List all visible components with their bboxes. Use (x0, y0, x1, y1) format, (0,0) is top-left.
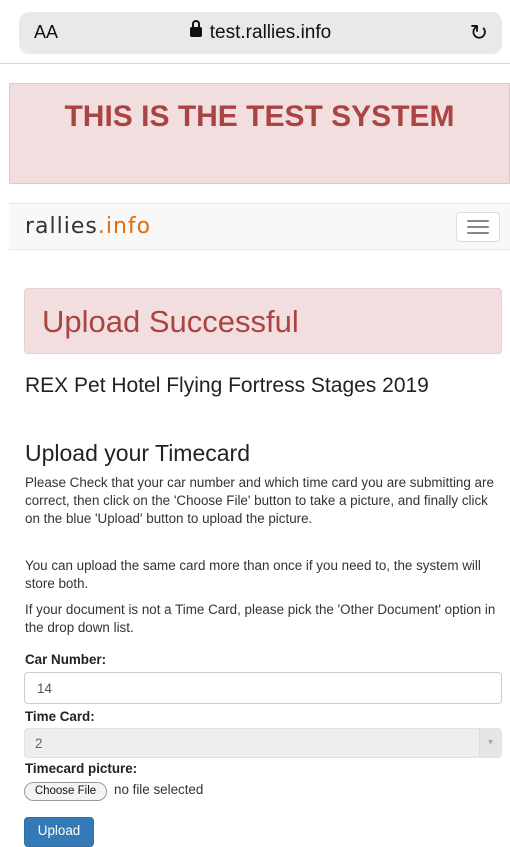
time-card-select[interactable]: 2 ▾ (24, 728, 502, 758)
brand-logo[interactable]: rallies.info (25, 214, 151, 239)
url-display[interactable]: test.rallies.info (19, 20, 502, 44)
alert-text: Upload Successful (42, 304, 299, 339)
time-card-value: 2 (35, 736, 43, 751)
form-heading: Upload your Timecard (25, 440, 250, 466)
address-bar[interactable]: AA test.rallies.info ↻ (19, 12, 502, 54)
url-text: test.rallies.info (209, 22, 332, 43)
upload-success-alert: Upload Successful (24, 288, 502, 354)
instructions-paragraph: Please Check that your car number and wh… (25, 475, 494, 526)
test-system-banner: THIS IS THE TEST SYSTEM (9, 83, 510, 184)
hamburger-icon (467, 220, 489, 222)
brand-prefix: rallies (25, 214, 98, 239)
brand-suffix: .info (97, 214, 152, 239)
car-number-input[interactable]: 14 (24, 672, 502, 704)
test-system-text: THIS IS THE TEST SYSTEM (64, 100, 455, 133)
upload-button[interactable]: Upload (24, 817, 94, 847)
chevron-down-icon: ▾ (479, 729, 501, 757)
reload-icon[interactable]: ↻ (470, 20, 488, 46)
hamburger-icon-bar (467, 232, 489, 234)
car-number-value: 14 (37, 681, 52, 696)
event-title: REX Pet Hotel Flying Fortress Stages 201… (25, 374, 429, 397)
hamburger-icon-bar (467, 226, 489, 228)
file-status-text: no file selected (114, 782, 204, 797)
car-number-label: Car Number: (25, 652, 107, 667)
menu-toggle-button[interactable] (456, 212, 500, 242)
navbar: rallies.info (9, 203, 510, 250)
choose-file-button[interactable]: Choose File (24, 782, 107, 801)
instructions-paragraph: If your document is not a Time Card, ple… (25, 602, 496, 635)
time-card-label: Time Card: (25, 709, 95, 724)
instructions-paragraph: You can upload the same card more than o… (25, 558, 481, 591)
chrome-divider (0, 63, 510, 64)
timecard-picture-label: Timecard picture: (25, 761, 138, 776)
lock-icon (189, 20, 202, 37)
